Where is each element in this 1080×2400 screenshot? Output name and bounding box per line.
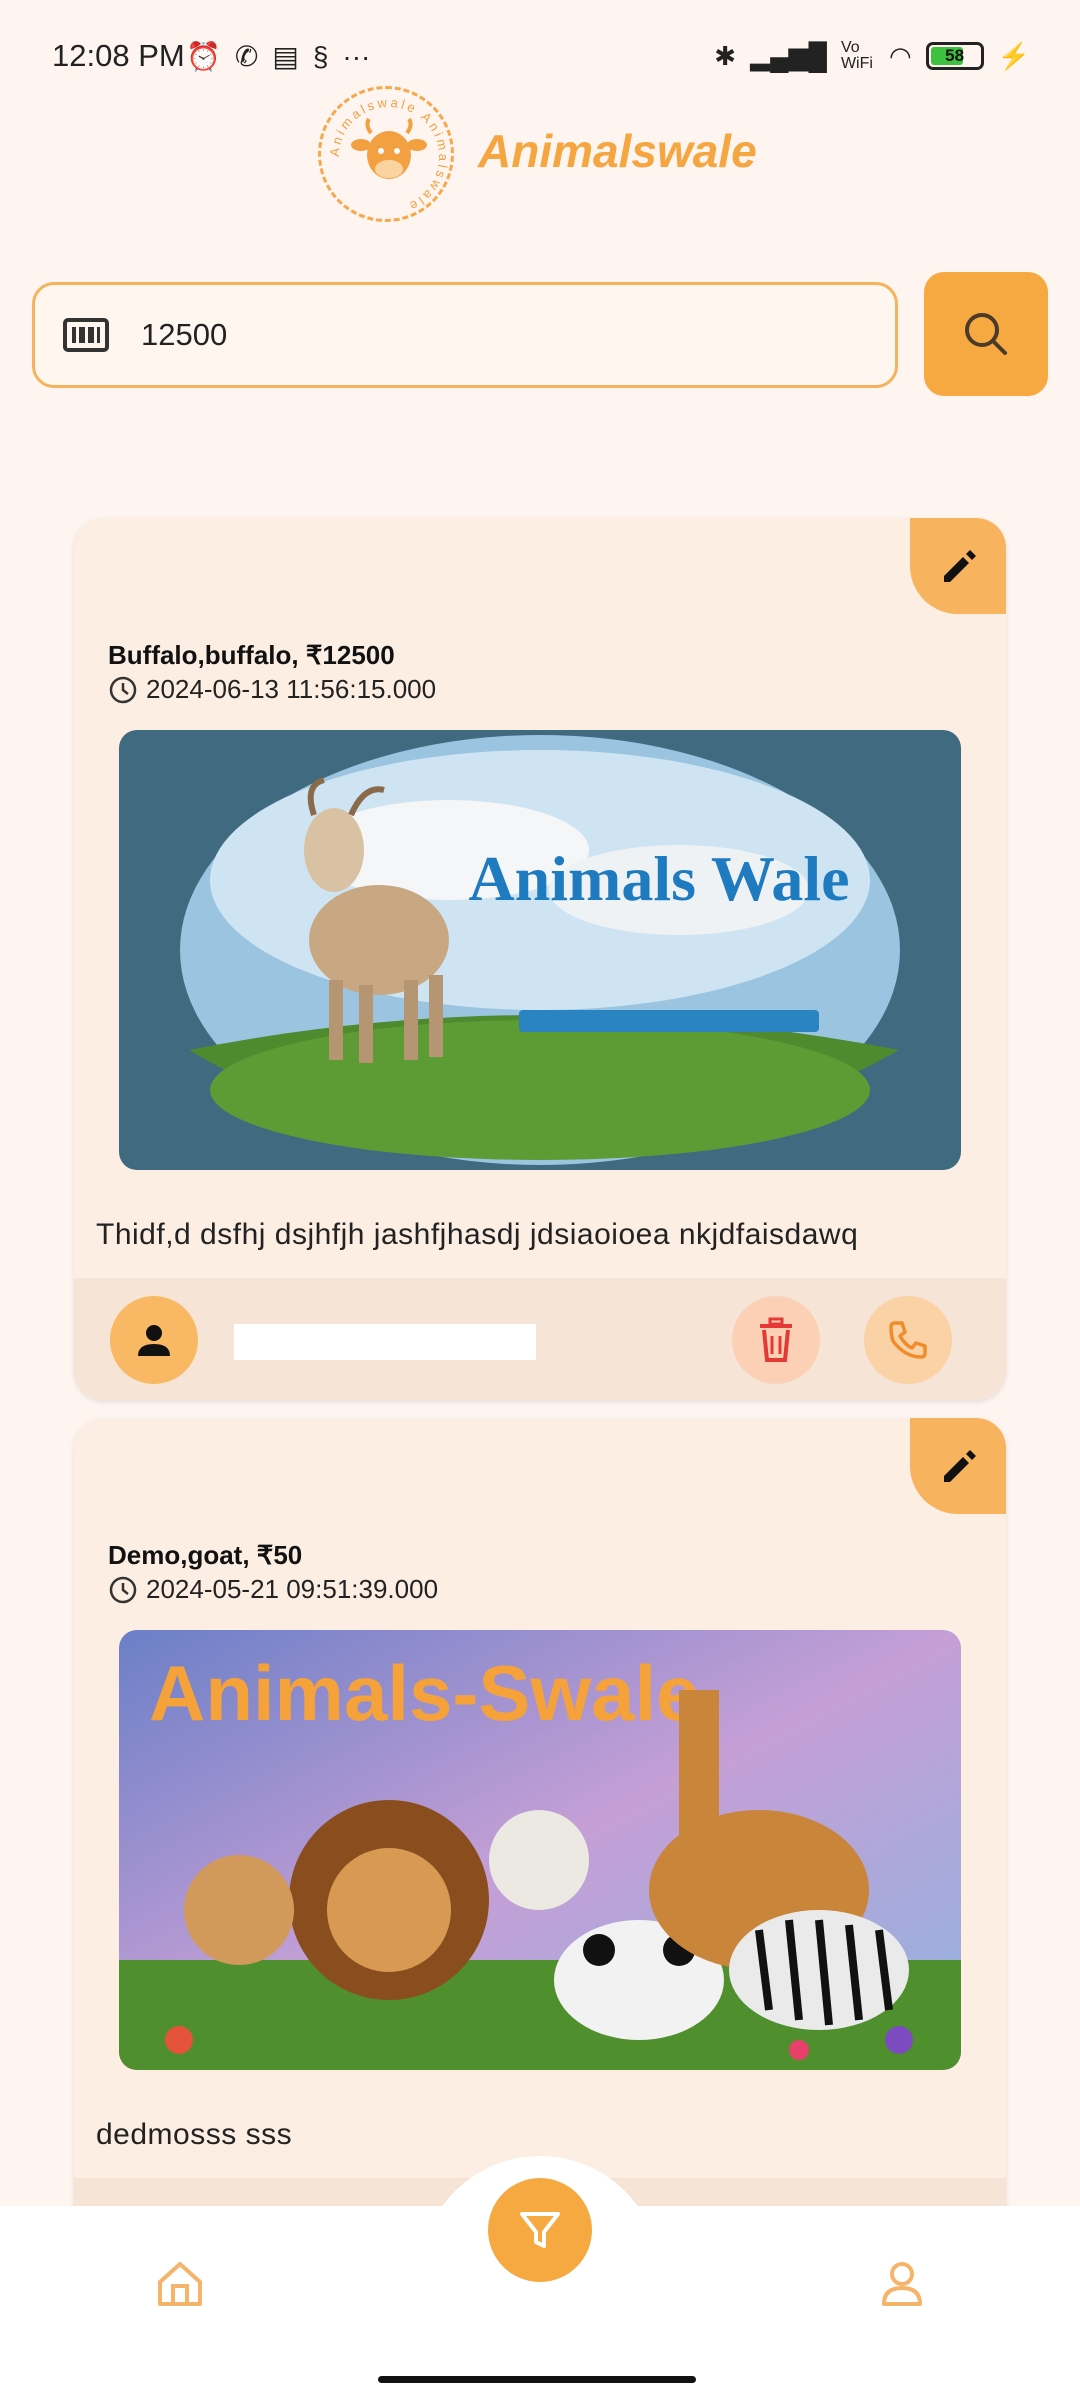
listing-footer: [74, 1278, 1006, 1400]
avatar[interactable]: [110, 1296, 198, 1384]
image-overlay-text: Animals Wale: [468, 843, 849, 914]
edit-button[interactable]: [910, 518, 1006, 614]
trash-icon: [760, 1317, 792, 1362]
clock-icon: [109, 1576, 137, 1603]
nav-profile[interactable]: [876, 2258, 928, 2315]
app-title: Animalswale: [478, 125, 757, 177]
more-icon: ···: [342, 41, 371, 72]
home-indicator[interactable]: [378, 2376, 696, 2383]
battery-level: 58: [945, 46, 965, 65]
edit-button[interactable]: [910, 1418, 1006, 1514]
search-input[interactable]: 12500: [32, 282, 898, 388]
home-icon: [158, 2262, 202, 2306]
alarm-icon: ⏰: [186, 41, 221, 72]
listing-date: 2024-05-21 09:51:39.000: [108, 1574, 438, 1605]
profile-icon: [882, 2262, 922, 2306]
bluetooth-icon: ✱: [714, 40, 737, 71]
listing-date: 2024-06-13 11:56:15.000: [108, 674, 436, 705]
listing-card[interactable]: Buffalo,buffalo, ₹12500 2024-06-13 11:56…: [74, 518, 1006, 1400]
search-button[interactable]: [924, 272, 1048, 396]
listing-datetime: 2024-05-21 09:51:39.000: [146, 1574, 439, 1604]
app-logo: Animalswale Animalswale Animalswale: [318, 86, 768, 226]
image-overlay-text: Animals-Swale.: [149, 1649, 721, 1737]
edit-icon: [944, 550, 976, 582]
wifi-icon: ◠: [888, 40, 912, 71]
news-icon: ▤: [272, 41, 299, 72]
clock-icon: [109, 676, 137, 703]
charging-icon: ⚡: [997, 40, 1030, 71]
search-value[interactable]: 12500: [141, 317, 227, 353]
listing-description: Thidf,d dsfhj dsjhfjh jashfjhasdj jdsiao…: [96, 1218, 859, 1251]
listing-description: dedmosss sss: [96, 2118, 293, 2151]
call-button[interactable]: [864, 1296, 952, 1384]
listing-card[interactable]: Demo,goat, ₹50 2024-05-21 09:51:39.000 A…: [74, 1418, 1006, 2238]
listing-title: Buffalo,buffalo, ₹12500: [108, 640, 395, 670]
delete-button[interactable]: [732, 1296, 820, 1384]
filter-button[interactable]: [488, 2178, 592, 2282]
battery-icon: 58: [925, 42, 984, 70]
app-icon: §: [312, 41, 329, 72]
listing-title: Demo,goat, ₹50: [108, 1540, 303, 1570]
status-time: 12:08 PM: [52, 38, 185, 73]
logo-emblem: Animalswale Animalswale: [318, 86, 454, 222]
system-icons: ✱ ▂▄▆█ Vo WiFi ◠ 58 ⚡: [714, 40, 1030, 72]
listing-image[interactable]: Animals Wale: [119, 730, 961, 1170]
filter-icon: [520, 2212, 560, 2248]
search-icon: [965, 313, 1007, 355]
whatsapp-icon: ✆: [234, 41, 259, 72]
signal-icon: ▂▄▆█: [750, 40, 827, 71]
nav-home[interactable]: [154, 2258, 206, 2315]
cow-icon: Animalswale Animalswale: [327, 95, 448, 215]
person-icon: [138, 1325, 170, 1356]
phone-icon: [889, 1321, 927, 1359]
vowifi-label: Vo WiFi: [840, 39, 873, 72]
seller-name: [234, 1324, 536, 1360]
barcode-icon: [63, 315, 109, 360]
listing-image[interactable]: Animals-Swale.: [119, 1630, 961, 2070]
listing-datetime: 2024-06-13 11:56:15.000: [146, 674, 437, 704]
edit-icon: [944, 1450, 976, 1482]
notification-icons: ⏰ ✆ ▤ § ···: [186, 40, 370, 74]
